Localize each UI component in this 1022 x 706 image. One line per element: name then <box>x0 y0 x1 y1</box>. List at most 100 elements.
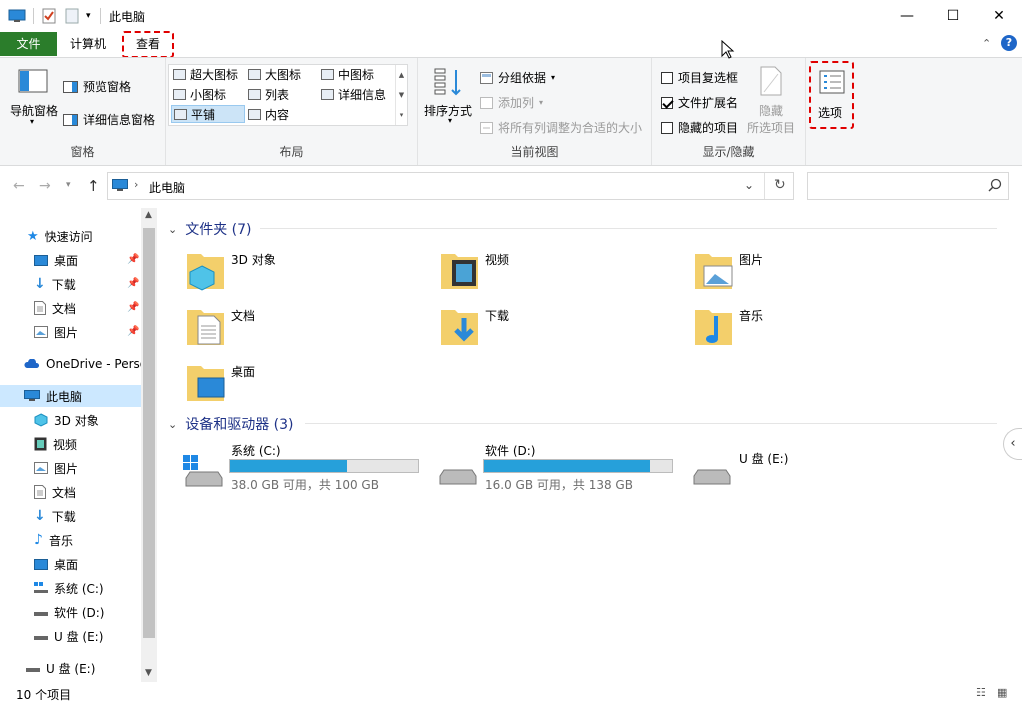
tab-file[interactable]: 文件 <box>0 32 57 56</box>
nav-qa-downloads[interactable]: ↓ 下载 <box>34 273 76 295</box>
customize-toolbar-icon[interactable]: ▾ <box>86 7 91 25</box>
layout-list[interactable]: 列表 <box>248 85 289 103</box>
drive-e[interactable]: U 盘 (E:) <box>690 440 940 496</box>
details-pane-button[interactable]: 详细信息窗格 <box>63 111 155 128</box>
folder-music[interactable]: 音乐 <box>694 304 934 356</box>
nav-qa-documents[interactable]: 文档 <box>34 297 76 319</box>
chevron-right-icon[interactable]: › <box>134 178 138 191</box>
nav-usb-drive[interactable]: U 盘 (E:) <box>26 657 95 679</box>
scroll-down-icon[interactable]: ▼ <box>145 668 152 678</box>
preview-pane-button[interactable]: 预览窗格 <box>63 78 131 95</box>
search-input[interactable] <box>807 172 1009 200</box>
gallery-scroll[interactable]: ▲ ▼ ▾ <box>395 65 407 125</box>
address-bar[interactable]: › 此电脑 ⌄ ↻ <box>107 172 794 200</box>
nav-pc-pictures[interactable]: 图片 <box>34 457 78 479</box>
devices-header-label: 设备和驱动器 (3) <box>185 417 294 433</box>
scroll-up-icon[interactable]: ▲ <box>145 210 152 220</box>
tab-view[interactable]: 查看 <box>122 31 175 58</box>
add-columns-button[interactable]: 添加列 ▾ <box>480 94 543 111</box>
pc-icon <box>24 390 40 402</box>
forward-arrow-icon[interactable]: → <box>39 178 51 194</box>
drive-d[interactable]: 软件 (D:) 16.0 GB 可用，共 138 GB <box>436 440 686 496</box>
fit-columns-button[interactable]: 将所有列调整为合适的大小 <box>480 119 642 136</box>
item-checkboxes-checkbox[interactable] <box>661 71 673 84</box>
hide-selected-button[interactable]: 隐藏 <box>759 102 783 119</box>
folder-desktop[interactable]: 桌面 <box>186 360 426 412</box>
nav-pc-documents[interactable]: 文档 <box>34 481 76 503</box>
folder-pictures[interactable]: 图片 <box>694 248 934 300</box>
new-folder-icon[interactable] <box>65 7 79 25</box>
nav-pc-drive-d[interactable]: 软件 (D:) <box>34 601 104 623</box>
chevron-left-icon[interactable]: ‹ <box>1003 428 1022 460</box>
refresh-icon[interactable]: ↻ <box>774 177 786 193</box>
folder-documents[interactable]: 文档 <box>186 304 426 356</box>
collapse-ribbon-icon[interactable]: ⌃ <box>982 37 991 50</box>
nav-pc-3d-objects[interactable]: 3D 对象 <box>34 409 99 431</box>
help-icon[interactable]: ? <box>1001 35 1017 51</box>
downloads-folder-icon <box>440 304 480 348</box>
address-location[interactable]: 此电脑 <box>149 179 185 196</box>
drive-space: 16.0 GB 可用，共 138 GB <box>485 478 633 492</box>
3d-objects-folder-icon <box>186 248 226 292</box>
folder-label: 视频 <box>485 253 510 267</box>
nav-pc-desktop[interactable]: 桌面 <box>34 553 78 575</box>
group-by-button[interactable]: 分组依据 ▾ <box>480 69 555 86</box>
file-extensions-checkbox[interactable] <box>661 96 673 109</box>
folder-videos[interactable]: 视频 <box>440 248 680 300</box>
drive-c[interactable]: 系统 (C:) 38.0 GB 可用，共 100 GB <box>182 440 432 496</box>
nav-onedrive[interactable]: OneDrive - Perso <box>24 353 141 375</box>
layout-tiles[interactable]: 平铺 <box>171 105 245 123</box>
hide-selected-icon <box>760 66 782 96</box>
folder-3d-objects[interactable]: 3D 对象 <box>186 248 426 300</box>
details-view-icon[interactable]: ☷ <box>976 686 986 699</box>
back-arrow-icon[interactable]: ← <box>13 178 25 194</box>
pin-icon[interactable]: 📌 <box>127 326 139 337</box>
layout-label: 中图标 <box>338 67 375 82</box>
small-icons-icon <box>173 88 186 100</box>
tab-computer[interactable]: 计算机 <box>60 32 116 56</box>
nav-pc-drive-c[interactable]: 系统 (C:) <box>34 577 104 599</box>
file-extensions-label: 文件扩展名 <box>678 96 739 110</box>
nav-this-pc[interactable]: 此电脑 <box>0 385 141 407</box>
nav-pc-videos[interactable]: 视频 <box>34 433 77 455</box>
devices-section-header[interactable]: ⌄ 设备和驱动器 (3) <box>168 414 294 434</box>
layout-details[interactable]: 详细信息 <box>321 85 386 103</box>
nav-label: 图片 <box>54 461 79 476</box>
nav-pane-scrollbar[interactable]: ▲ ▼ <box>141 208 157 682</box>
layout-extra-large-icons[interactable]: 超大图标 <box>173 65 238 83</box>
folder-downloads[interactable]: 下载 <box>440 304 680 356</box>
file-extensions-toggle[interactable]: 文件扩展名 <box>661 94 738 111</box>
nav-pc-music[interactable]: ♪ 音乐 <box>34 529 73 551</box>
maximize-button[interactable]: ☐ <box>930 0 976 31</box>
recent-locations-icon[interactable]: ▾ <box>66 180 71 190</box>
minimize-button[interactable]: — <box>884 0 930 31</box>
layout-small-icons[interactable]: 小图标 <box>173 85 226 103</box>
up-arrow-icon[interactable]: ↑ <box>87 177 100 195</box>
item-checkboxes-toggle[interactable]: 项目复选框 <box>661 69 738 86</box>
nav-label: 音乐 <box>48 533 73 548</box>
options-button[interactable]: 选项 <box>809 61 854 129</box>
nav-pc-drive-e[interactable]: U 盘 (E:) <box>34 625 103 647</box>
layout-content[interactable]: 内容 <box>248 105 289 123</box>
nav-quick-access[interactable]: ★ 快速访问 <box>27 225 93 247</box>
nav-pc-downloads[interactable]: ↓ 下载 <box>34 505 76 527</box>
nav-qa-pictures[interactable]: 图片 <box>34 321 78 343</box>
scroll-thumb[interactable] <box>143 228 155 638</box>
pin-icon[interactable]: 📌 <box>127 278 139 289</box>
layout-large-icons[interactable]: 大图标 <box>248 65 301 83</box>
nav-qa-desktop[interactable]: 桌面 <box>34 249 78 271</box>
hidden-items-label: 隐藏的项目 <box>678 121 739 135</box>
address-dropdown-icon[interactable]: ⌄ <box>744 178 754 192</box>
layout-medium-icons[interactable]: 中图标 <box>321 65 374 83</box>
pin-icon[interactable]: 📌 <box>127 302 139 313</box>
details-pane-icon <box>63 113 78 126</box>
folders-section-header[interactable]: ⌄ 文件夹 (7) <box>168 219 252 239</box>
properties-icon[interactable] <box>42 7 56 25</box>
close-button[interactable]: ✕ <box>976 0 1022 31</box>
hidden-items-checkbox[interactable] <box>661 121 673 134</box>
tiles-view-icon[interactable]: ▦ <box>997 686 1007 699</box>
hidden-items-toggle[interactable]: 隐藏的项目 <box>661 119 738 136</box>
pin-icon[interactable]: 📌 <box>127 254 139 265</box>
item-count: 10 个项目 <box>16 688 72 702</box>
window-title: 此电脑 <box>109 10 146 24</box>
